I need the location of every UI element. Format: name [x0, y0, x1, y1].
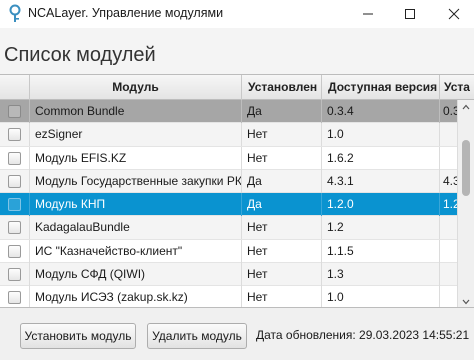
available-version: 4.3.1	[322, 169, 440, 193]
page-title: Список модулей	[4, 44, 156, 66]
installed-status: Да	[242, 100, 322, 123]
column-header-available-version[interactable]: Доступная версия	[322, 75, 440, 100]
available-version: 1.2.0	[322, 193, 440, 217]
chevron-down-icon[interactable]	[458, 295, 474, 307]
column-header-select[interactable]	[0, 75, 30, 100]
column-header-module[interactable]: Модуль	[30, 75, 242, 100]
table-row[interactable]: Модуль СФД (QIWI) Нет 1.3	[0, 263, 474, 287]
available-version: 0.3.4	[322, 100, 440, 123]
module-manager-window: NCALayer. Управление модулями Список мод…	[0, 0, 474, 360]
delete-module-button[interactable]: Удалить модуль	[147, 323, 247, 349]
module-name: ezSigner	[30, 123, 242, 147]
row-checkbox[interactable]	[8, 198, 21, 212]
module-name: KadagalauBundle	[30, 216, 242, 240]
installed-status: Нет	[242, 146, 322, 170]
table-row[interactable]: KadagalauBundle Нет 1.2	[0, 216, 474, 240]
installed-status: Да	[242, 169, 322, 193]
table-row[interactable]: Модуль Государственные закупки РК Да 4.3…	[0, 169, 474, 194]
column-header-installed-version[interactable]: Уста	[440, 75, 474, 100]
row-checkbox[interactable]	[8, 291, 21, 305]
available-version: 1.2	[322, 216, 440, 240]
column-header-installed[interactable]: Установлен	[242, 75, 322, 100]
close-button[interactable]	[436, 0, 472, 28]
close-icon	[448, 8, 460, 20]
module-name: Модуль Государственные закупки РК	[30, 169, 242, 193]
row-checkbox[interactable]	[8, 128, 21, 142]
installed-status: Нет	[242, 286, 322, 307]
install-module-button[interactable]: Установить модуль	[20, 323, 136, 349]
maximize-button[interactable]	[392, 0, 428, 28]
minimize-button[interactable]	[350, 0, 386, 28]
table-body: Common Bundle Да 0.3.4 0.3 ezSigner Нет …	[0, 100, 474, 307]
update-date-label: Дата обновления: 29.03.2023 14:55:21	[256, 328, 470, 342]
module-name: Модуль ИСЭЗ (zakup.sk.kz)	[30, 286, 242, 307]
table-row[interactable]: Модуль ИСЭЗ (zakup.sk.kz) Нет 1.0	[0, 286, 474, 307]
chevron-up-icon[interactable]	[458, 100, 474, 114]
title-bar: NCALayer. Управление модулями	[0, 0, 474, 28]
table-row[interactable]: Модуль EFIS.KZ Нет 1.6.2	[0, 146, 474, 170]
table-row[interactable]: ИС "Казначейство-клиент" Нет 1.1.5	[0, 239, 474, 264]
available-version: 1.0	[322, 286, 440, 307]
table-row[interactable]: Модуль КНП Да 1.2.0 1.2.	[0, 193, 474, 217]
row-checkbox[interactable]	[8, 174, 21, 188]
available-version: 1.6.2	[322, 146, 440, 170]
row-checkbox[interactable]	[8, 268, 21, 282]
table-header: Модуль Установлен Доступная версия Уста	[0, 75, 474, 100]
row-checkbox[interactable]	[8, 244, 21, 258]
installed-status: Нет	[242, 216, 322, 240]
ncalayer-key-icon	[6, 4, 24, 24]
module-name: Модуль КНП	[30, 193, 242, 217]
row-checkbox[interactable]	[8, 151, 21, 165]
available-version: 1.1.5	[322, 239, 440, 263]
row-checkbox[interactable]	[8, 221, 21, 235]
table-row[interactable]: ezSigner Нет 1.0	[0, 123, 474, 147]
installed-status: Нет	[242, 263, 322, 287]
row-checkbox[interactable]	[8, 105, 21, 118]
vertical-scrollbar[interactable]	[457, 100, 474, 307]
table-row[interactable]: Common Bundle Да 0.3.4 0.3	[0, 100, 474, 124]
window-title: NCALayer. Управление модулями	[28, 6, 224, 20]
module-name: Модуль СФД (QIWI)	[30, 263, 242, 287]
footer-bar: Установить модуль Удалить модуль Дата об…	[0, 308, 474, 360]
module-name: Модуль EFIS.KZ	[30, 146, 242, 170]
modules-table: Модуль Установлен Доступная версия Уста …	[0, 74, 474, 308]
maximize-icon	[405, 9, 415, 19]
installed-status: Да	[242, 193, 322, 217]
available-version: 1.0	[322, 123, 440, 147]
installed-status: Нет	[242, 239, 322, 263]
installed-status: Нет	[242, 123, 322, 147]
module-name: Common Bundle	[30, 100, 242, 123]
minimize-icon	[363, 13, 373, 15]
available-version: 1.3	[322, 263, 440, 287]
scrollbar-thumb[interactable]	[462, 140, 470, 196]
module-name: ИС "Казначейство-клиент"	[30, 239, 242, 263]
